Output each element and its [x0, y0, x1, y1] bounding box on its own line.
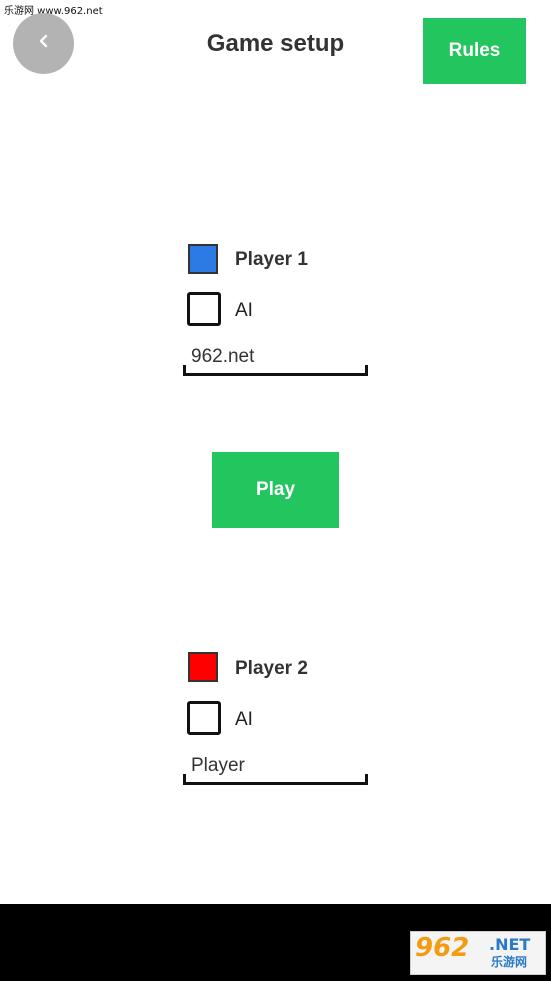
player1-ai-checkbox[interactable]: [187, 292, 221, 326]
watermark-logo: 962 .NET 乐游网: [410, 931, 546, 975]
player1-ai-label: AI: [235, 300, 253, 321]
player2-color-swatch[interactable]: [188, 652, 218, 682]
player2-ai-checkbox[interactable]: [187, 701, 221, 735]
logo-suffix-text: .NET: [489, 935, 531, 954]
rules-button[interactable]: Rules: [423, 18, 526, 84]
player2-name-value: Player: [191, 755, 245, 776]
rules-button-label: Rules: [448, 40, 501, 61]
player1-color-swatch[interactable]: [188, 244, 218, 274]
logo-sub-text: 乐游网: [491, 955, 528, 969]
play-button[interactable]: Play: [212, 452, 339, 528]
logo-main-text: 962: [415, 933, 470, 963]
player1-label: Player 1: [235, 249, 308, 270]
player2-name-input[interactable]: Player: [183, 754, 368, 786]
player2-label: Player 2: [235, 658, 308, 679]
player1-name-value: 962.net: [191, 346, 255, 367]
player1-name-input[interactable]: 962.net: [183, 345, 368, 377]
player2-ai-label: AI: [235, 709, 253, 730]
play-button-label: Play: [255, 479, 296, 500]
